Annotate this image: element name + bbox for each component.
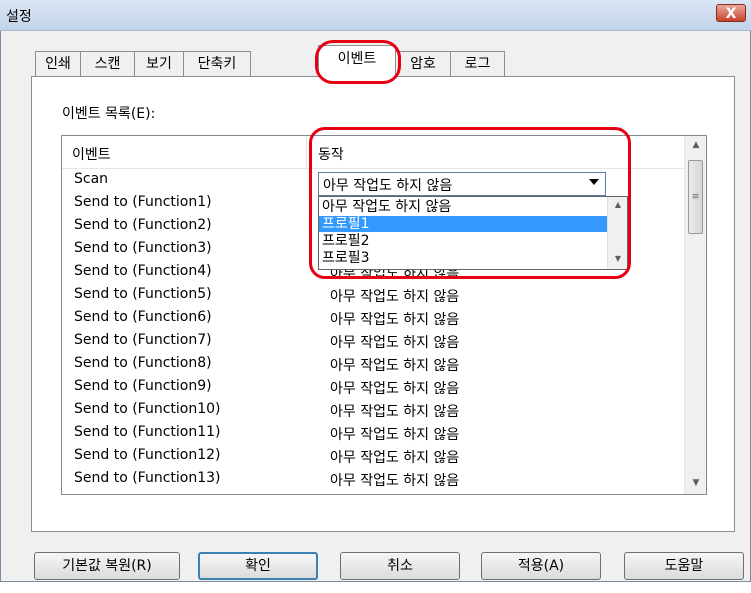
table-row[interactable]: Send to (Function12) 아무 작업도 하지 않음 — [62, 444, 684, 467]
tab-shortcut-keys[interactable]: 단축키 — [183, 51, 251, 76]
scroll-thumb[interactable]: ≡ — [688, 160, 703, 234]
event-name-cell: Send to (Function2) — [74, 217, 212, 233]
ok-button[interactable]: 확인 — [198, 552, 318, 580]
event-name-cell: Send to (Function9) — [74, 378, 212, 394]
action-cell: 아무 작업도 하지 않음 — [330, 404, 460, 420]
event-name-cell: Scan — [74, 171, 109, 187]
title-bar[interactable]: 설정 X — [0, 0, 751, 31]
event-list-label: 이벤트 목록(E): — [62, 106, 156, 122]
event-name-cell: Send to (Function6) — [74, 309, 212, 325]
event-name-cell: Send to (Function10) — [74, 401, 221, 417]
close-button[interactable]: X — [716, 4, 746, 22]
event-name-cell: Send to (Function4) — [74, 263, 212, 279]
table-row[interactable]: Send to (Function7) 아무 작업도 하지 않음 — [62, 329, 684, 352]
tab-view[interactable]: 보기 — [134, 51, 184, 76]
table-row[interactable]: Send to (Function11) 아무 작업도 하지 않음 — [62, 421, 684, 444]
column-header-event[interactable]: 이벤트 — [72, 144, 111, 164]
list-vertical-scrollbar[interactable]: ▲ ≡ ▼ — [684, 136, 706, 494]
event-name-cell: Send to (Function7) — [74, 332, 212, 348]
event-name-cell: Send to (Function11) — [74, 424, 221, 440]
window-title: 설정 — [6, 9, 32, 25]
tab-password[interactable]: 암호 — [395, 51, 451, 76]
events-tab-highlight-outline — [315, 40, 401, 84]
table-row[interactable]: Send to (Function6) 아무 작업도 하지 않음 — [62, 306, 684, 329]
column-divider[interactable] — [306, 136, 307, 168]
action-cell: 아무 작업도 하지 않음 — [330, 358, 460, 374]
action-column-highlight-outline — [309, 127, 631, 279]
table-row[interactable]: Send to (Function10) 아무 작업도 하지 않음 — [62, 398, 684, 421]
event-name-cell: Send to (Function13) — [74, 470, 221, 486]
table-row[interactable]: Send to (Function13) 아무 작업도 하지 않음 — [62, 467, 684, 490]
event-name-cell: Send to (Function5) — [74, 286, 212, 302]
action-cell: 아무 작업도 하지 않음 — [330, 335, 460, 351]
apply-button[interactable]: 적용(A) — [481, 552, 601, 580]
scroll-down-icon[interactable]: ▼ — [685, 474, 706, 492]
help-button[interactable]: 도움말 — [624, 552, 744, 580]
event-name-cell: Send to (Function1) — [74, 194, 212, 210]
action-cell: 아무 작업도 하지 않음 — [330, 312, 460, 328]
event-name-cell: Send to (Function12) — [74, 447, 221, 463]
scroll-up-icon[interactable]: ▲ — [685, 136, 706, 154]
table-row[interactable]: Send to (Function5) 아무 작업도 하지 않음 — [62, 283, 684, 306]
tab-scan[interactable]: 스캔 — [80, 51, 135, 76]
action-cell: 아무 작업도 하지 않음 — [330, 450, 460, 466]
event-name-cell: Send to (Function8) — [74, 355, 212, 371]
tab-log[interactable]: 로그 — [450, 51, 505, 76]
action-cell: 아무 작업도 하지 않음 — [330, 427, 460, 443]
action-cell: 아무 작업도 하지 않음 — [330, 473, 460, 489]
action-cell: 아무 작업도 하지 않음 — [330, 289, 460, 305]
cancel-button[interactable]: 취소 — [340, 552, 460, 580]
action-cell: 아무 작업도 하지 않음 — [330, 381, 460, 397]
event-name-cell: Send to (Function3) — [74, 240, 212, 256]
table-row[interactable]: Send to (Function8) 아무 작업도 하지 않음 — [62, 352, 684, 375]
tab-print[interactable]: 인쇄 — [35, 51, 81, 76]
restore-defaults-button[interactable]: 기본값 복원(R) — [34, 552, 180, 580]
table-row[interactable]: Send to (Function9) 아무 작업도 하지 않음 — [62, 375, 684, 398]
